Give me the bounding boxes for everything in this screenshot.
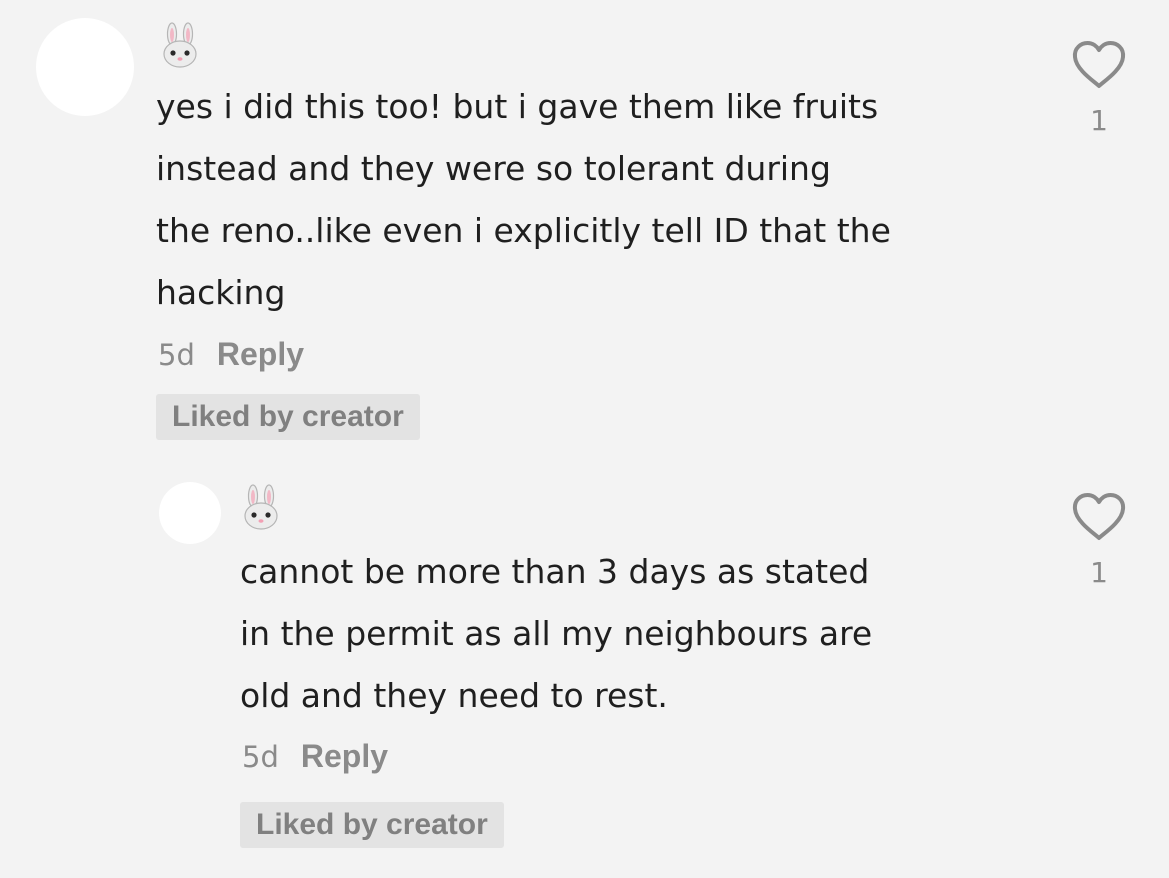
heart-outline-icon: [1072, 493, 1126, 540]
comment-text-line: in the permit as all my neighbours are: [240, 614, 873, 653]
comment-text: cannot be more than 3 days as stated in …: [240, 541, 1140, 727]
comment-text-line: the reno..like even i explicitly tell ID…: [156, 211, 891, 250]
comment-meta: 5d Reply: [158, 336, 304, 373]
comment-text-line: instead and they were so tolerant during: [156, 149, 831, 188]
rabbit-face-emoji-icon: [244, 484, 278, 530]
liked-by-creator-badge: Liked by creator: [240, 802, 504, 848]
comment-text: yes i did this too! but i gave them like…: [156, 76, 1056, 324]
heart-outline-icon: [1072, 41, 1126, 88]
comment-text-line: old and they need to rest.: [240, 676, 668, 715]
timestamp: 5d: [158, 338, 195, 372]
comment-meta: 5d Reply: [242, 738, 388, 775]
avatar[interactable]: [159, 482, 221, 544]
timestamp: 5d: [242, 740, 279, 774]
reply-button[interactable]: Reply: [301, 738, 388, 775]
comment-text-line: cannot be more than 3 days as stated: [240, 552, 870, 591]
comment-text-line: hacking: [156, 273, 286, 312]
like-button[interactable]: 1: [1071, 492, 1127, 589]
rabbit-face-emoji-icon: [163, 22, 197, 68]
comment-text-line: yes i did this too! but i gave them like…: [156, 87, 879, 126]
reply-button[interactable]: Reply: [217, 336, 304, 373]
avatar[interactable]: [36, 18, 134, 116]
like-button[interactable]: 1: [1071, 40, 1127, 137]
liked-by-creator-badge: Liked by creator: [156, 394, 420, 440]
like-count: 1: [1090, 104, 1108, 137]
like-count: 1: [1090, 556, 1108, 589]
